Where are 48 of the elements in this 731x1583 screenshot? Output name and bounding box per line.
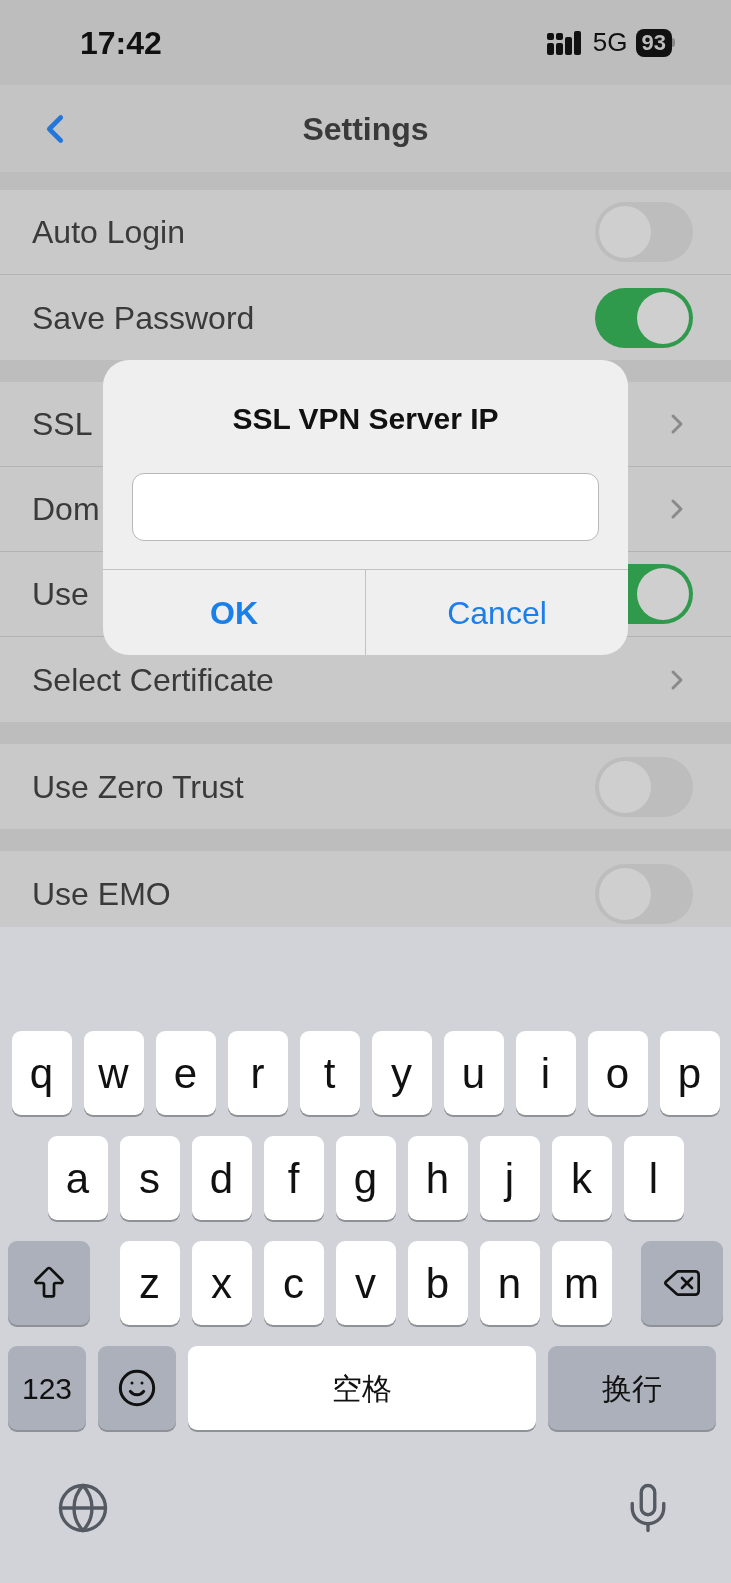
setting-label: Dom: [32, 490, 100, 529]
letter-key[interactable]: f: [263, 1136, 324, 1220]
dialog-title: SSL VPN Server IP: [231, 401, 500, 437]
letter-key[interactable]: k: [551, 1136, 612, 1220]
setting-label: Use: [32, 575, 89, 614]
letter-key[interactable]: p: [659, 1031, 720, 1115]
letter-key[interactable]: t: [299, 1031, 360, 1115]
setting-label: SSL: [32, 405, 93, 444]
letter-key[interactable]: e: [155, 1031, 216, 1115]
space-key[interactable]: 空格: [188, 1346, 536, 1430]
setting-label: Use Zero Trust: [32, 767, 244, 807]
setting-label: Use EMO: [32, 874, 171, 914]
letter-key[interactable]: z: [119, 1241, 180, 1325]
letter-key[interactable]: r: [227, 1031, 288, 1115]
globe-icon[interactable]: [56, 1481, 110, 1535]
setting-label: Auto Login: [32, 213, 185, 252]
letter-key[interactable]: i: [515, 1031, 576, 1115]
letter-key[interactable]: y: [371, 1031, 432, 1115]
letter-key[interactable]: b: [407, 1241, 468, 1325]
letter-key[interactable]: l: [623, 1136, 684, 1220]
letter-key[interactable]: a: [47, 1136, 108, 1220]
backspace-key[interactable]: [641, 1241, 723, 1325]
letter-key[interactable]: d: [191, 1136, 252, 1220]
emoji-icon: [117, 1368, 157, 1408]
setting-label: Save Password: [32, 298, 255, 338]
numbers-key[interactable]: 123: [8, 1346, 86, 1430]
network-label: 5G: [592, 26, 628, 59]
letter-key[interactable]: x: [191, 1241, 252, 1325]
letter-key[interactable]: q: [11, 1031, 72, 1115]
letter-key[interactable]: n: [479, 1241, 540, 1325]
input-field[interactable]: [132, 473, 599, 541]
letter-key[interactable]: v: [335, 1241, 396, 1325]
return-key[interactable]: 换行: [548, 1346, 716, 1430]
status-time: 17:42: [80, 23, 162, 63]
letter-key[interactable]: c: [263, 1241, 324, 1325]
letter-key[interactable]: h: [407, 1136, 468, 1220]
setting-label: Select Certificate: [32, 660, 274, 700]
nav-title: Settings: [302, 109, 429, 149]
letter-key[interactable]: m: [551, 1241, 612, 1325]
letter-key[interactable]: u: [443, 1031, 504, 1115]
shift-key[interactable]: [8, 1241, 90, 1325]
letter-key[interactable]: j: [479, 1136, 540, 1220]
letter-key[interactable]: s: [119, 1136, 180, 1220]
letter-key[interactable]: w: [83, 1031, 144, 1115]
letter-key[interactable]: g: [335, 1136, 396, 1220]
battery-indicator: 93: [635, 28, 675, 57]
emoji-key[interactable]: [98, 1346, 176, 1430]
letter-key[interactable]: o: [587, 1031, 648, 1115]
